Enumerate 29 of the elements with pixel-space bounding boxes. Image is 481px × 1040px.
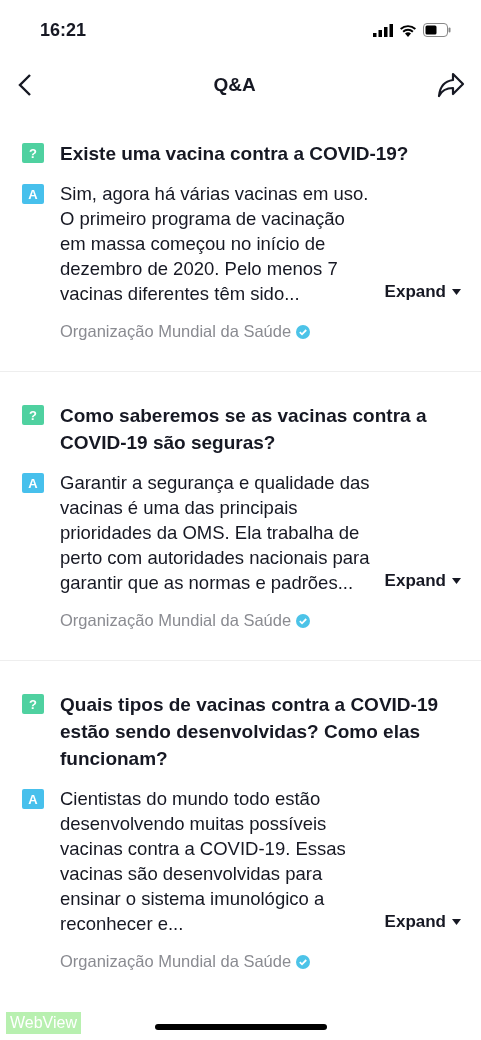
expand-button[interactable]: Expand (384, 571, 461, 591)
wifi-icon (399, 23, 417, 37)
share-button[interactable] (437, 72, 465, 98)
signal-icon (373, 23, 393, 37)
caret-icon (452, 578, 461, 584)
caret-icon (452, 289, 461, 295)
question-text: Como saberemos se as vacinas contra a COVID-19 são seguras? (60, 404, 428, 455)
page-title: Q&A (213, 74, 256, 96)
answer-text: Cientistas do mundo todo estão desenvolvendo muitas possíveis vacinas contra a COVID-19. Essas vacinas são desenvolvidas para ensinar o sistema imunológico a reconhecer e... (60, 787, 347, 936)
expand-button[interactable]: Expand (384, 282, 461, 302)
question-text: Quais tipos de vacinas contra a COVID-19 estão sendo desenvolvidas? Como elas funcionam? (60, 693, 439, 771)
status-time: 16:21 (40, 19, 87, 41)
question-badge: ? (22, 694, 44, 714)
source-name: Organização Mundial da Saúde (60, 611, 292, 630)
answer-badge: A (22, 473, 44, 493)
caret-icon (452, 919, 461, 925)
question-text: Existe uma vacina contra a COVID-19? (60, 142, 410, 166)
answer-text: Garantir a segurança e qualidade das vacinas é uma das principais prioridades da OMS. Ela trabalha de perto com autoridades nacionais para garantir que as normas e padrões... (60, 471, 371, 595)
back-button[interactable] (18, 73, 32, 97)
answer-badge: A (22, 184, 44, 204)
battery-icon (423, 23, 451, 37)
answer-text: Sim, agora há várias vacinas em uso. O primeiro programa de vacinação em massa começou no início de dezembro de 2020. Pelo menos 7 vacinas diferentes têm sido... (60, 182, 370, 306)
source-name: Organização Mundial da Saúde (60, 952, 292, 971)
answer-badge: A (22, 789, 44, 809)
expand-button[interactable]: Expand (384, 912, 461, 932)
debug-label: WebView (6, 1012, 81, 1034)
source-name: Organização Mundial da Saúde (60, 322, 292, 341)
question-badge: ? (22, 405, 44, 425)
question-badge: ? (22, 143, 44, 163)
